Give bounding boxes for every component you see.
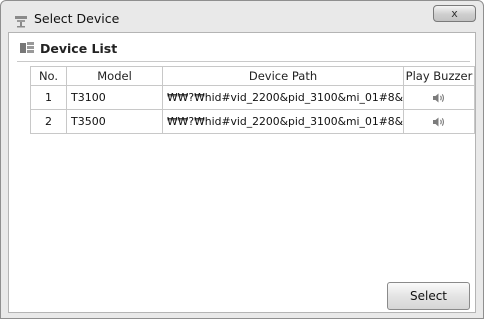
column-header-model[interactable]: Model xyxy=(67,67,163,85)
row-device-path: ₩₩?₩hid#vid_2200&pid_3100&mi_01#8&1··· xyxy=(163,110,404,133)
select-button[interactable]: Select xyxy=(387,282,470,310)
play-buzzer-button[interactable] xyxy=(404,110,475,133)
device-list-icon xyxy=(20,42,34,53)
row-device-path: ₩₩?₩hid#vid_2200&pid_3100&mi_01#8&1··· xyxy=(163,86,404,109)
device-icon xyxy=(15,16,27,28)
close-button[interactable]: x xyxy=(433,5,476,22)
table-header: No. Model Device Path Play Buzzer xyxy=(31,67,475,86)
window-title: Select Device xyxy=(34,11,120,26)
table-row[interactable]: 1 T3100 ₩₩?₩hid#vid_2200&pid_3100&mi_01#… xyxy=(31,86,475,110)
row-number: 1 xyxy=(31,86,67,109)
column-header-play-buzzer[interactable]: Play Buzzer xyxy=(404,67,475,85)
row-model: T3100 xyxy=(67,86,163,109)
speaker-icon xyxy=(433,93,444,102)
table-row[interactable]: 2 T3500 ₩₩?₩hid#vid_2200&pid_3100&mi_01#… xyxy=(31,110,475,134)
section-title: Device List xyxy=(40,41,118,56)
speaker-icon xyxy=(433,117,444,126)
play-buzzer-button[interactable] xyxy=(404,86,475,109)
column-header-device-path[interactable]: Device Path xyxy=(163,67,404,85)
dialog-body: Device List No. Model Device Path Play B… xyxy=(8,32,476,313)
select-device-window: Select Device x Device List No. Model De… xyxy=(0,0,484,319)
row-number: 2 xyxy=(31,110,67,133)
close-icon: x xyxy=(451,7,458,20)
row-model: T3500 xyxy=(67,110,163,133)
section-divider xyxy=(17,61,470,62)
device-table: No. Model Device Path Play Buzzer 1 T310… xyxy=(30,66,475,134)
column-header-no[interactable]: No. xyxy=(31,67,67,85)
device-list-header: Device List xyxy=(9,33,475,62)
